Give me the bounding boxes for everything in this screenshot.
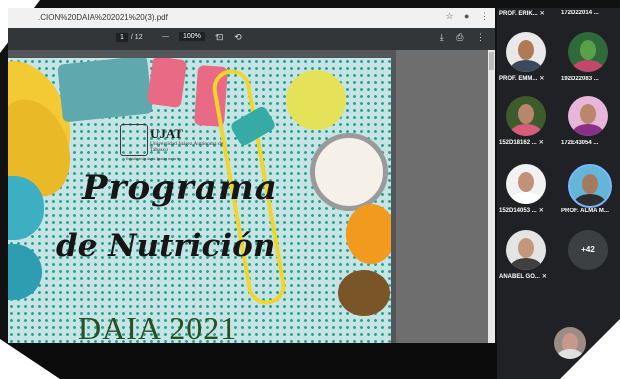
more-icon[interactable]: ⋮ — [480, 11, 489, 21]
scroll-thumb[interactable] — [489, 52, 494, 70]
avatar — [568, 164, 612, 208]
orange-image — [346, 204, 391, 264]
participant-tile[interactable]: 152D14053 ... ✕ — [497, 164, 557, 216]
page-total: / 12 — [130, 34, 143, 41]
participant-tile[interactable]: 152D18162 ... ✕ — [497, 96, 557, 148]
star-icon[interactable]: ☆ — [445, 11, 453, 21]
participant-name: PROF. ERIK... — [499, 11, 538, 17]
more-participants-button[interactable]: +42 — [559, 230, 619, 282]
url-text: .CION%20DAIA%202021%20(3).pdf — [38, 13, 168, 22]
avatar — [506, 96, 546, 136]
mic-off-icon: ✕ — [538, 140, 544, 146]
participant-tile[interactable]: ANABEL GO... ✕ — [497, 230, 557, 282]
pdf-viewer[interactable]: UJAT Universidad Juárez Autónoma de Taba… — [8, 50, 495, 343]
download-icon[interactable]: ⤓ — [440, 32, 444, 42]
print-icon[interactable]: ⎙ — [456, 32, 463, 42]
participant-tile[interactable]: PROF. ERIK... ✕ — [497, 10, 557, 22]
participant-tile[interactable]: 172D22014 ... — [559, 10, 619, 22]
browser-url-bar[interactable]: .CION%20DAIA%202021%20(3).pdf ☆ ● ⋮ — [8, 8, 495, 29]
mic-off-icon: ✕ — [541, 274, 547, 280]
avatar — [506, 32, 546, 72]
apple-image — [286, 70, 346, 130]
mic-off-icon: ✕ — [538, 208, 544, 214]
document-title-line2: de Nutrición — [56, 228, 276, 264]
university-full-name: Universidad Juárez Autónoma de Tabasco — [150, 141, 224, 153]
rotate-icon[interactable]: ⟲ — [234, 32, 242, 42]
zoom-controls: — 100% + — [158, 32, 223, 41]
more-options-icon[interactable]: ⋮ — [476, 32, 485, 42]
page-indicator: 1/ 12 — [116, 33, 143, 42]
participant-name: 172D22014 ... — [561, 10, 599, 16]
viewer-margin — [396, 50, 488, 343]
university-acronym: UJAT — [150, 126, 183, 141]
sneaker-image — [8, 244, 42, 300]
document-title-line3: DAIA 2021 — [78, 310, 238, 343]
participant-name: PROF. EMM... — [499, 76, 538, 82]
pdf-scrollbar[interactable] — [488, 50, 495, 343]
zoom-level[interactable]: 100% — [178, 32, 205, 41]
fit-page-icon[interactable]: ⊡ — [216, 32, 224, 42]
pdf-toolbar: 1/ 12 — 100% + ⊡ ⟲ ⤓ ⎙ ⋮ — [8, 28, 495, 50]
avatar — [568, 32, 608, 72]
kiwi-image — [338, 270, 390, 316]
self-view-avatar[interactable] — [554, 327, 586, 359]
participant-name: 152D14053 ... — [499, 208, 537, 214]
pink-dumbbell-image — [146, 58, 188, 109]
towel-image — [57, 58, 153, 123]
participant-tile[interactable]: PROF. EMM... ✕ — [497, 32, 557, 84]
participant-name: ANABEL GO... — [499, 274, 540, 280]
university-seal-icon — [120, 124, 148, 156]
avatar — [506, 230, 546, 270]
mic-off-icon: ✕ — [539, 11, 545, 17]
document-title-line1: Programa — [82, 168, 278, 208]
university-logo: UJAT Universidad Juárez Autónoma de Taba… — [120, 124, 230, 164]
participant-tile[interactable]: 172E43054 ... — [559, 96, 619, 148]
zoom-out-button[interactable]: — — [162, 33, 169, 40]
avatar — [506, 164, 546, 204]
avatar — [568, 96, 608, 136]
participant-name: PROF. ALMA M... — [561, 208, 609, 214]
participant-name: 152D18162 ... — [499, 140, 537, 146]
account-icon[interactable]: ● — [464, 11, 469, 21]
participants-panel: PROF. ERIK... ✕ 172D22014 ... PROF. EMM..… — [497, 8, 620, 379]
alarm-clock-image — [310, 133, 388, 211]
mic-off-icon: ✕ — [539, 76, 545, 82]
presenter-bar: NO ✕ — [0, 343, 497, 379]
page-number-input[interactable]: 1 — [116, 33, 128, 42]
participant-name: 172E43054 ... — [561, 140, 599, 146]
participant-tile[interactable]: PROF. ALMA M... — [559, 164, 619, 216]
participant-name: 192D22083 ... — [561, 76, 599, 82]
pdf-page: UJAT Universidad Juárez Autónoma de Taba… — [8, 58, 391, 343]
university-motto: Estudio en la duda. Acción en la fe — [126, 157, 180, 161]
more-participants-count: +42 — [568, 230, 608, 270]
participant-tile[interactable]: 192D22083 ... — [559, 32, 619, 84]
